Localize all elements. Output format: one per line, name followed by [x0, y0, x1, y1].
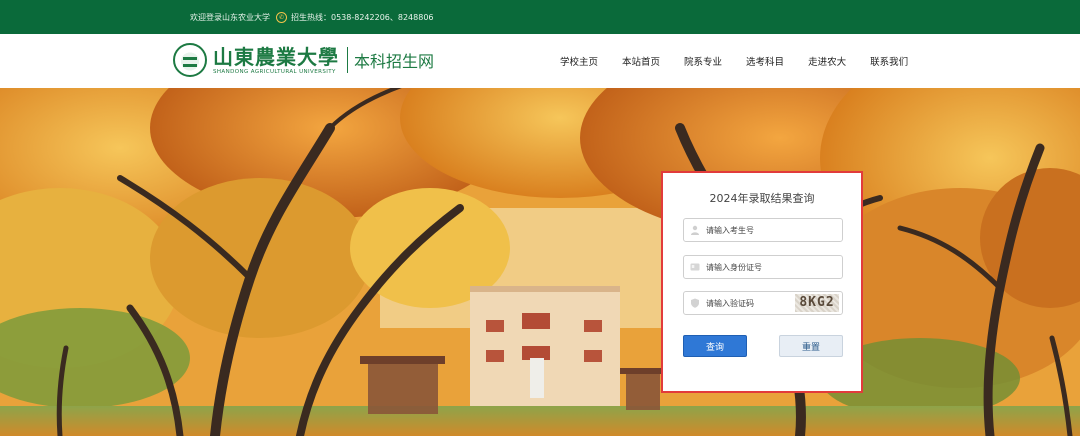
- welcome-text: 欢迎登录山东农业大学: [190, 13, 270, 22]
- id-number-field[interactable]: [683, 255, 843, 279]
- candidate-number-input[interactable]: [706, 219, 796, 241]
- nav-item-subjects[interactable]: 选考科目: [746, 54, 784, 68]
- id-card-icon: [690, 263, 700, 271]
- shield-icon: [691, 298, 699, 308]
- candidate-number-field[interactable]: [683, 218, 843, 242]
- top-bar: 欢迎登录山东农业大学 ✆ 招生热线：0538-8242206、8248806: [0, 0, 1080, 34]
- admission-query-card: 2024年录取结果查询 8KG2 查询 重置: [661, 171, 863, 393]
- main-nav: 学校主页 本站首页 院系专业 选考科目 走进农大 联系我们: [560, 54, 932, 68]
- site-logo[interactable]: 山東農業大學 SHANDONG AGRICULTURAL UNIVERSITY …: [173, 43, 434, 77]
- site-name: 本科招生网: [354, 52, 435, 71]
- site-header: 山東農業大學 SHANDONG AGRICULTURAL UNIVERSITY …: [0, 34, 1080, 89]
- captcha-image[interactable]: 8KG2: [795, 294, 839, 312]
- hotline: ✆ 招生热线：0538-8242206、8248806: [276, 12, 434, 23]
- school-name-cn: 山東農業大學: [213, 44, 339, 69]
- autumn-campus-image: [0, 88, 1080, 436]
- nav-item-about[interactable]: 走进农大: [808, 54, 846, 68]
- nav-item-departments[interactable]: 院系专业: [684, 54, 722, 68]
- hotline-text: 招生热线：0538-8242206、8248806: [291, 13, 434, 22]
- nav-item-school-home[interactable]: 学校主页: [560, 54, 598, 68]
- query-button[interactable]: 查询: [683, 335, 747, 357]
- user-icon: [691, 225, 699, 235]
- captcha-input[interactable]: [706, 292, 796, 314]
- logo-divider: [347, 47, 348, 73]
- captcha-field[interactable]: 8KG2: [683, 291, 843, 315]
- query-title: 2024年录取结果查询: [709, 192, 815, 205]
- hero-banner: [0, 88, 1080, 436]
- reset-button[interactable]: 重置: [779, 335, 843, 357]
- nav-item-site-home[interactable]: 本站首页: [622, 54, 660, 68]
- nav-item-contact[interactable]: 联系我们: [870, 54, 908, 68]
- phone-icon: ✆: [276, 12, 287, 23]
- university-seal-icon: [173, 43, 207, 77]
- id-number-input[interactable]: [706, 256, 796, 278]
- school-name-en: SHANDONG AGRICULTURAL UNIVERSITY: [213, 68, 336, 75]
- school-name: 山東農業大學 SHANDONG AGRICULTURAL UNIVERSITY: [213, 46, 339, 75]
